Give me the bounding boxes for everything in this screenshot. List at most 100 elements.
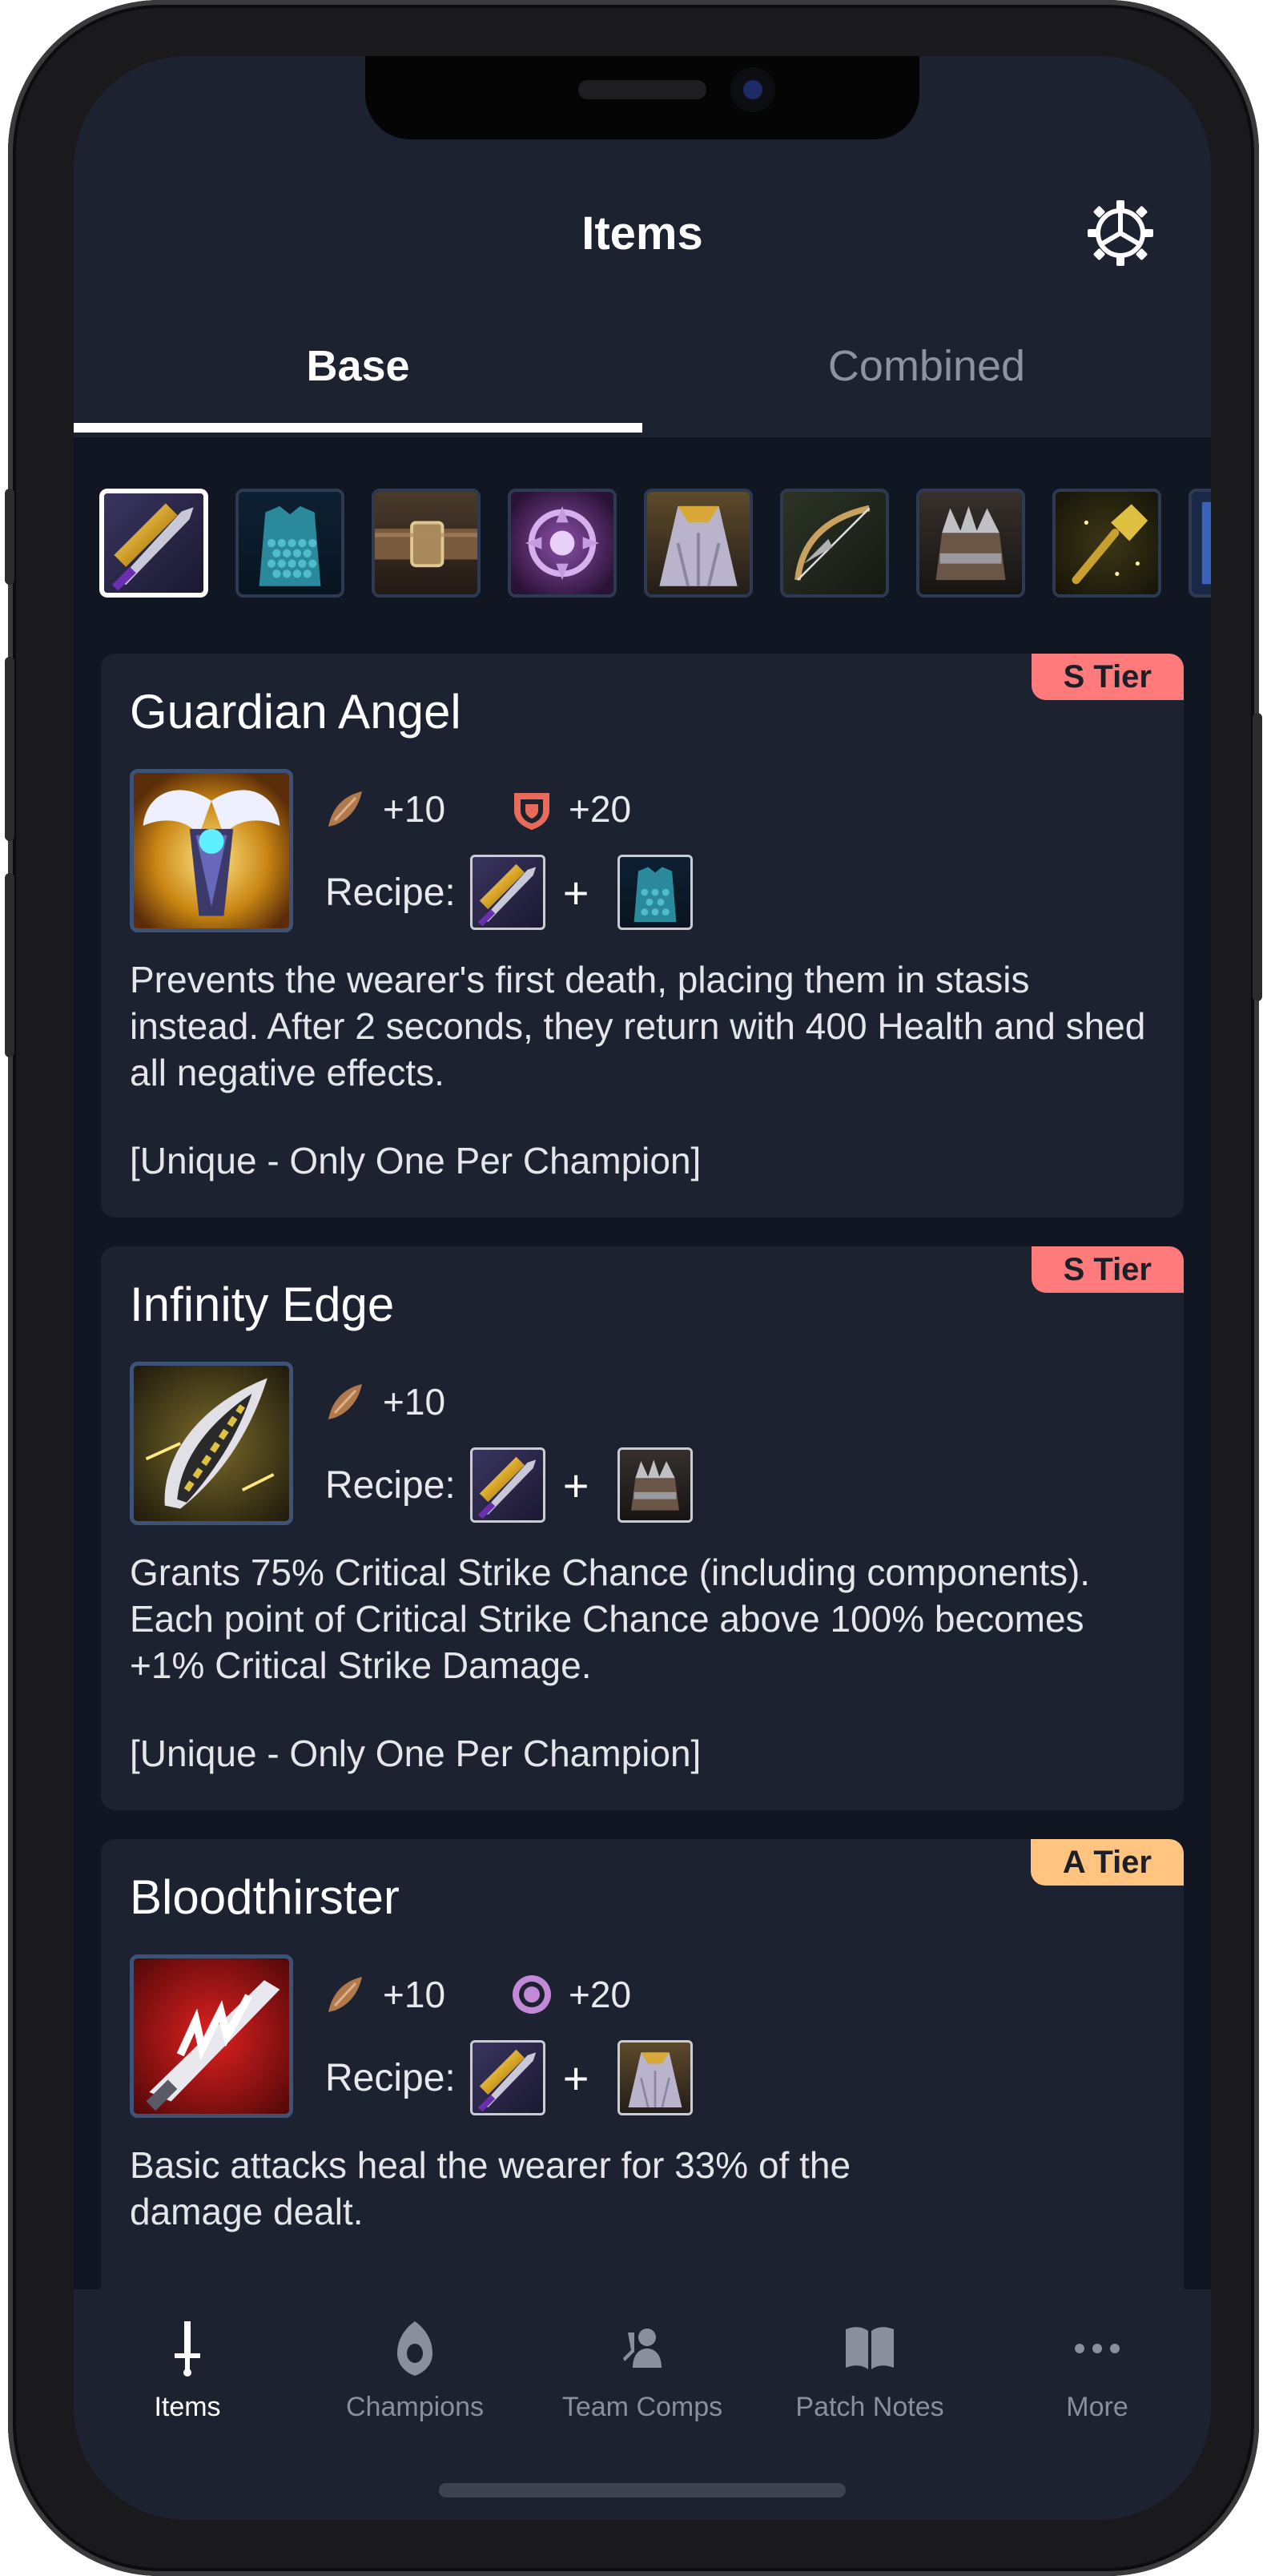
team-icon (623, 2328, 662, 2368)
recipe-item-glove[interactable] (617, 1447, 694, 1523)
item-name: Infinity Edge (130, 1278, 395, 1331)
tabbar-label: Patch Notes (795, 2392, 944, 2422)
base-item-spatula[interactable] (1052, 489, 1161, 598)
plus-sign: + (562, 2052, 589, 2103)
recipe-item-chain-vest[interactable] (617, 855, 694, 930)
page-title: Items (581, 207, 703, 260)
recipe-item-cloak[interactable] (617, 2040, 694, 2115)
stat-value: +10 (383, 1381, 446, 1423)
item-unique-note: [Unique - Only One Per Champion] (130, 1140, 702, 1181)
base-item-partial[interactable] (1189, 489, 1211, 598)
item-icon (1192, 492, 1211, 594)
stat-attack-damage: +10 (324, 1970, 445, 2019)
cape-icon (647, 492, 750, 594)
item-unique-note: [Unique - Only One Per Champion] (130, 1733, 702, 1774)
attack-damage-icon (328, 791, 362, 827)
recipe-label: Recipe: (325, 2056, 456, 2099)
tier-badge: S Tier (1031, 654, 1184, 700)
base-item-recurve-bow[interactable] (780, 489, 889, 598)
stat-value: +10 (383, 1974, 446, 2015)
sword-icon (472, 2043, 543, 2113)
stat-value: +20 (569, 788, 632, 830)
recipe-label: Recipe: (325, 871, 456, 914)
base-item-giants-belt[interactable] (372, 489, 481, 598)
tabbar-item-champions[interactable]: Champions (301, 2316, 529, 2423)
power-button (1253, 713, 1262, 1001)
sword-icon (104, 493, 203, 593)
cloak-icon (511, 492, 613, 594)
volume-up-button (5, 657, 14, 841)
recipe-item-sword[interactable] (469, 2040, 545, 2115)
stat-attack-damage: +10 (324, 785, 445, 833)
item-card-guardian-angel[interactable]: S Tier Guardian Angel +10 +20 Recipe: + … (101, 654, 1184, 1218)
glove-icon (919, 492, 1022, 594)
speaker (578, 80, 706, 99)
spatula-icon (1056, 492, 1158, 594)
base-item-negatron-cloak[interactable] (508, 489, 617, 598)
magic-resist-icon (513, 1975, 551, 2014)
tabbar-item-patch-notes[interactable]: Patch Notes (756, 2316, 983, 2423)
recipe-row: Recipe: + (325, 1447, 694, 1523)
recipe-row: Recipe: + (325, 854, 694, 931)
item-card-infinity-edge[interactable]: S Tier Infinity Edge +10 Recipe: + Grant… (101, 1246, 1184, 1810)
base-item-sparring-gloves[interactable] (644, 489, 753, 598)
phone-frame: Items Base Combined S Tier Guardian Ange… (5, 0, 1262, 2576)
belt-icon (375, 492, 477, 594)
stat-value: +10 (383, 788, 446, 830)
tabbar-item-items[interactable]: Items (74, 2316, 301, 2423)
tabbar-label: Items (154, 2392, 221, 2422)
more-icon (1075, 2344, 1120, 2353)
infinity-edge-icon (130, 1362, 293, 1525)
notch (365, 56, 919, 139)
chain-vest-icon (239, 492, 341, 594)
tier-badge: A Tier (1030, 1839, 1184, 1886)
tabbar-item-more[interactable]: More (983, 2316, 1211, 2423)
home-indicator[interactable] (439, 2483, 846, 2498)
armor-icon (514, 793, 549, 830)
attack-damage-icon (328, 1384, 362, 1419)
screen: Items Base Combined S Tier Guardian Ange… (74, 56, 1211, 2520)
plus-sign: + (562, 1459, 589, 1511)
stat-magic-resist: +20 (509, 1970, 631, 2019)
tabbar-label: Team Comps (561, 2392, 723, 2422)
stat-attack-damage: +10 (324, 1378, 445, 1426)
base-item-glove[interactable] (916, 489, 1025, 598)
chain-vest-icon (620, 857, 691, 928)
item-description: Basic attacks heal the wearer for 33% of… (130, 2144, 851, 2232)
tabbar-item-team-comps[interactable]: Team Comps (529, 2316, 756, 2423)
cape-icon (620, 2043, 691, 2113)
stat-armor: +20 (509, 785, 631, 833)
active-tab-indicator (74, 423, 642, 433)
recipe-item-sword[interactable] (469, 1447, 545, 1523)
bloodthirster-icon (130, 1954, 293, 2118)
sword-icon (175, 2321, 200, 2377)
item-description: Prevents the wearer's first death, placi… (130, 959, 1146, 1093)
recipe-item-sword[interactable] (469, 855, 545, 930)
plus-sign: + (562, 867, 589, 918)
champion-icon (397, 2321, 432, 2376)
front-camera (730, 67, 775, 112)
recipe-row: Recipe: + (325, 2039, 694, 2116)
book-icon (846, 2327, 894, 2369)
mute-switch (5, 489, 14, 585)
gear-icon[interactable] (1084, 197, 1156, 269)
volume-down-button (5, 873, 14, 1057)
sword-icon (472, 1450, 543, 1520)
attack-damage-icon (328, 1977, 362, 2012)
tier-badge: S Tier (1031, 1246, 1184, 1293)
tab-base[interactable]: Base (74, 341, 642, 391)
base-item-chain-vest[interactable] (235, 489, 344, 598)
bow-icon (783, 492, 886, 594)
recipe-label: Recipe: (325, 1463, 456, 1507)
tabbar-label: More (1066, 2392, 1128, 2422)
tabbar-label: Champions (346, 2392, 484, 2422)
guardian-angel-icon (130, 769, 293, 932)
tab-combined[interactable]: Combined (642, 341, 1211, 391)
stat-value: +20 (569, 1974, 632, 2015)
item-description: Grants 75% Critical Strike Chance (inclu… (130, 1552, 1091, 1686)
sword-icon (472, 857, 543, 928)
glove-icon (620, 1450, 691, 1520)
item-card-bloodthirster[interactable]: A Tier Bloodthirster +10 +20 Recipe: + B… (101, 1839, 1184, 2352)
base-item-sword[interactable] (99, 489, 208, 598)
item-name: Bloodthirster (130, 1870, 400, 1924)
